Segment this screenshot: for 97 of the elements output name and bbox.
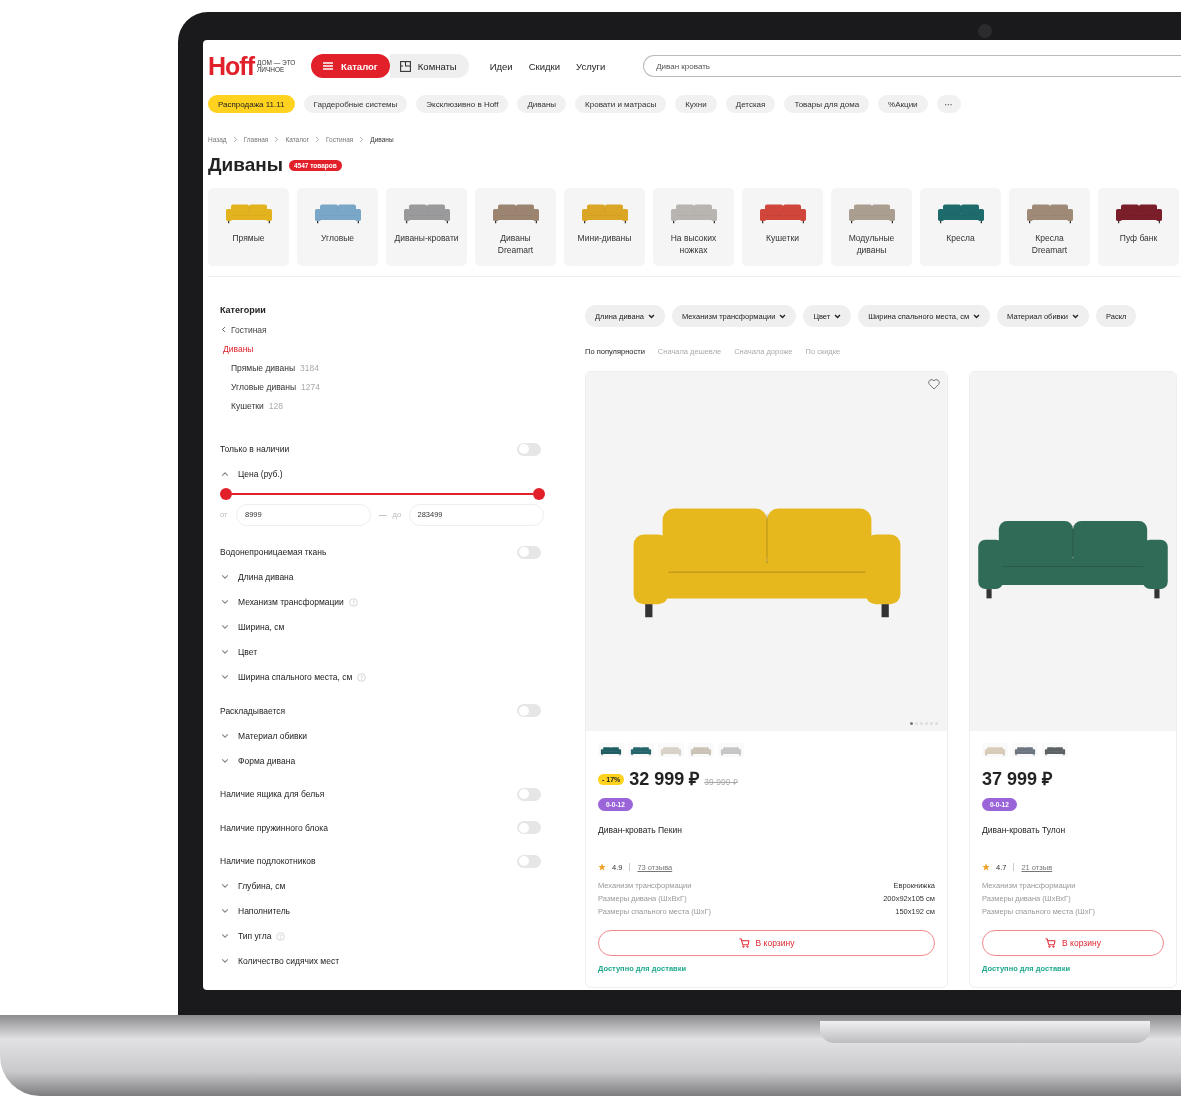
chevron-down-icon[interactable] <box>221 673 229 681</box>
chevron-down-icon[interactable] <box>221 907 229 915</box>
toggle-switch[interactable] <box>517 787 541 801</box>
search-field[interactable]: Диван кровать <box>643 55 1181 77</box>
filter-label[interactable]: Цена (руб.) <box>238 469 283 479</box>
heart-icon[interactable] <box>928 379 940 390</box>
filter-label[interactable]: Глубина, см <box>238 881 286 891</box>
chevron-right-icon <box>314 135 321 143</box>
chevron-down-icon[interactable] <box>221 598 229 606</box>
item-count: 3184 <box>300 362 319 373</box>
toggle-switch[interactable] <box>517 854 541 868</box>
toggle-switch[interactable] <box>517 704 541 718</box>
chevron-down-icon[interactable] <box>221 957 229 965</box>
chevron-down-icon[interactable] <box>221 882 229 890</box>
floor-plan-icon <box>399 60 411 72</box>
cart-icon <box>738 938 750 948</box>
star-icon <box>598 863 606 871</box>
category-tile[interactable]: Кресла Dreamart <box>1009 188 1090 266</box>
add-to-cart-button[interactable]: В корзину <box>598 930 935 956</box>
filter-label[interactable]: Форма дивана <box>238 755 296 766</box>
back-link[interactable]: Гостиная <box>220 320 545 339</box>
toggle-switch[interactable] <box>517 442 541 456</box>
promo-chip[interactable]: Гардеробные системы <box>303 95 408 113</box>
product-image-area[interactable] <box>970 372 1176 731</box>
chevron-right-icon <box>358 135 366 143</box>
nav-link[interactable]: Идеи <box>489 60 513 72</box>
promo-chip[interactable]: Кровати и матрасы <box>575 95 667 113</box>
add-to-cart-button[interactable]: В корзину <box>982 930 1164 956</box>
category-link[interactable]: Прямые диваны <box>231 362 296 373</box>
promo-chip[interactable]: Распродажа 11.11 <box>208 95 295 113</box>
filter-label: Только в наличии <box>220 444 290 455</box>
promo-chip[interactable]: %Акции <box>878 95 928 113</box>
filter-label[interactable]: Тип угла <box>238 931 272 941</box>
filter-label[interactable]: Количество сидячих мест <box>238 956 340 966</box>
menu-icon <box>323 62 333 70</box>
hoff-logo[interactable]: Hoff <box>208 51 254 81</box>
promo-chip[interactable]: Диваны <box>517 95 567 113</box>
category-tile[interactable]: Модульные диваны <box>831 188 912 266</box>
category-tile[interactable]: Диваны Dreamart <box>475 188 556 266</box>
chevron-right-icon <box>273 135 281 143</box>
rooms-button[interactable]: Комнаты <box>389 54 469 78</box>
category-tile[interactable]: Мини-диваны <box>564 188 645 266</box>
chevron-up-icon[interactable] <box>221 470 229 478</box>
price: 32 999 ₽ <box>629 768 700 790</box>
promo-chip[interactable]: Товары для дома <box>784 95 870 113</box>
star-icon <box>982 863 990 871</box>
promo-chip[interactable]: Кухни <box>675 95 717 113</box>
category-tile[interactable]: Угловые <box>297 188 378 266</box>
toggle-switch[interactable] <box>517 821 541 835</box>
category-tile[interactable]: Пуф банк <box>1098 188 1179 266</box>
category-tile[interactable]: На высоких ножках <box>653 188 734 266</box>
pager-dot[interactable] <box>910 722 913 725</box>
filter-label: Наличие подлокотников <box>220 856 316 867</box>
filter-label: Наличие ящика для белья <box>220 789 325 800</box>
filter-label[interactable]: Ширина спального места, см <box>238 672 353 682</box>
chevron-down-icon[interactable] <box>221 731 229 740</box>
filter-label: Водонепроницаемая ткань <box>220 547 327 558</box>
filter-label: Наличие пружинного блока <box>220 822 328 833</box>
category-tile[interactable]: Прямые <box>208 188 289 266</box>
chevron-left-icon <box>220 326 227 333</box>
catalog-button[interactable]: Каталог <box>311 54 390 78</box>
filter-label[interactable]: Механизм трансформации <box>238 597 344 607</box>
cart-icon <box>1045 938 1057 948</box>
filter-label[interactable]: Наполнитель <box>238 906 291 916</box>
category-tile[interactable]: Диваны-кровати <box>386 188 467 266</box>
category-tile[interactable]: Кресла <box>920 188 1001 266</box>
page-title: Диваны <box>208 154 283 176</box>
toggle-switch[interactable] <box>517 545 541 559</box>
chevron-right-icon <box>231 135 239 143</box>
nav-link[interactable]: Скидки <box>528 60 560 72</box>
filter-label: Раскладывается <box>220 705 286 716</box>
chevron-down-icon[interactable] <box>221 623 229 631</box>
filter-label[interactable]: Длина дивана <box>238 572 294 582</box>
old-price: 39 999 ₽ <box>704 776 738 787</box>
item-count: 1274 <box>301 381 320 392</box>
chevron-down-icon[interactable] <box>221 756 229 765</box>
slider-thumb[interactable] <box>533 487 545 500</box>
category-link[interactable]: Угловые диваны <box>231 381 297 392</box>
product-name[interactable]: Диван-кровать Тулон <box>982 825 1066 837</box>
filter-label[interactable]: Цвет <box>238 647 258 657</box>
price: 37 999 ₽ <box>982 768 1053 790</box>
category-link[interactable]: Кушетки <box>231 400 264 411</box>
chevron-down-icon[interactable] <box>221 648 229 656</box>
category-tile[interactable]: Кушетки <box>742 188 823 266</box>
item-count: 128 <box>268 400 283 411</box>
promo-chip[interactable]: Эксклюзивно в Hoff <box>416 95 509 113</box>
promo-chip[interactable]: Детская <box>725 95 776 113</box>
product-name[interactable]: Диван-кровать Пекин <box>598 825 682 837</box>
filter-label[interactable]: Материал обивки <box>238 730 308 741</box>
category-link[interactable]: Диваны <box>220 339 545 358</box>
chevron-down-icon[interactable] <box>221 932 229 940</box>
more-button[interactable]: ··· <box>936 95 961 113</box>
filter-label[interactable]: Ширина, см <box>238 622 285 632</box>
section-heading: Категории <box>220 304 267 317</box>
chevron-down-icon[interactable] <box>221 573 229 581</box>
nav-link[interactable]: Услуги <box>576 60 606 72</box>
slider-thumb[interactable] <box>220 487 232 500</box>
